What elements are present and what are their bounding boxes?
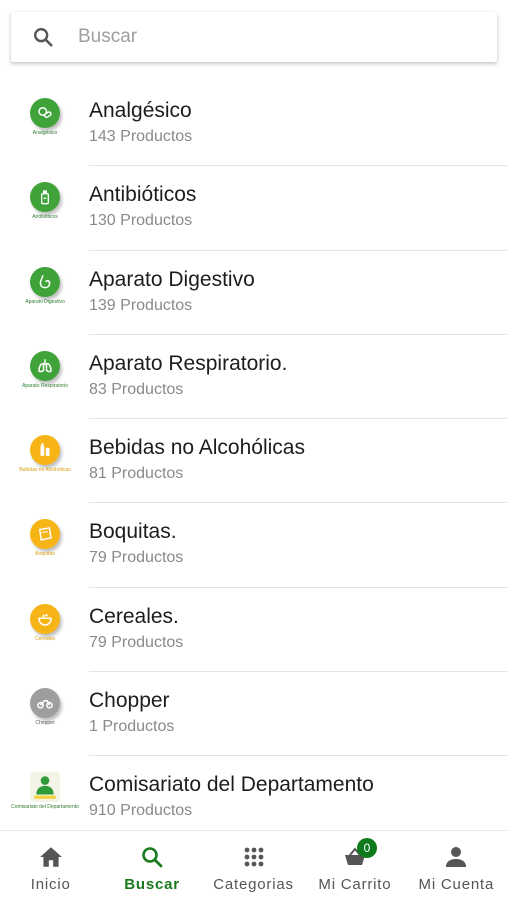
category-thumbnail: Comisariato del Departamento [11, 772, 79, 824]
cereal-bowl-icon [30, 603, 60, 634]
thumbnail-caption: Bebidas no Alcohólicas [19, 467, 71, 474]
nav-item-cuenta[interactable]: Mi Cuenta [406, 831, 507, 900]
category-name: Comisariato del Departamento [89, 773, 374, 797]
category-thumbnail: Analgésico [22, 98, 68, 150]
category-name: Boquitas. [89, 520, 177, 544]
pills-icon [30, 98, 60, 128]
nav-item-buscar[interactable]: Buscar [101, 831, 202, 900]
search-input[interactable] [78, 26, 458, 48]
person-icon [30, 772, 60, 803]
product-count: 130 Productos [89, 212, 193, 230]
category-list: Analgésico Analgésico 143 Productos Anti… [0, 82, 507, 841]
cart-basket-icon: 0 [343, 838, 377, 870]
category-name: Bebidas no Alcohólicas [89, 436, 305, 460]
category-thumbnail: Aparato Digestivo [22, 266, 68, 319]
nav-label: Mi Carrito [318, 876, 392, 893]
category-item-boquitas[interactable]: Boquitas Boquitas. 79 Productos [0, 503, 507, 589]
nav-item-carrito[interactable]: 0 Mi Carrito [304, 831, 405, 900]
category-item-aparato-respiratorio[interactable]: Aparato Respiratorio Aparato Respiratori… [0, 335, 507, 420]
category-thumbnail: Boquitas [22, 519, 68, 571]
nav-item-categorias[interactable]: Categorias [203, 831, 304, 900]
bottle-icon [30, 182, 60, 213]
product-count: 79 Productos [89, 633, 184, 651]
category-name: Cereales. [89, 604, 179, 628]
category-item-bebidas[interactable]: Bebidas no Alcohólicas Bebidas no Alcohó… [0, 419, 507, 504]
product-count: 79 Productos [89, 549, 184, 567]
category-thumbnail: Bebidas no Alcohólicas [19, 435, 71, 487]
thumbnail-caption: Antibióticos [32, 214, 58, 221]
snack-icon [30, 519, 60, 550]
product-count: 1 Productos [89, 718, 175, 736]
category-item-aparato-digestivo[interactable]: Aparato Digestivo Aparato Digestivo 139 … [0, 251, 507, 336]
category-name: Chopper [89, 689, 170, 713]
category-thumbnail: Cereales [22, 603, 68, 656]
thumbnail-caption: Aparato Digestivo [25, 298, 65, 305]
cart-count-badge: 0 [356, 838, 377, 858]
category-item-chopper[interactable]: Chopper Chopper 1 Productos [0, 672, 507, 757]
product-count: 143 Productos [89, 128, 193, 145]
search-icon [140, 844, 164, 870]
grid-icon [242, 844, 266, 870]
category-item-antibioticos[interactable]: Antibióticos Antibióticos 130 Productos [0, 166, 507, 251]
category-item-comisariato[interactable]: Comisariato del Departamento Comisariato… [0, 756, 507, 840]
search-icon[interactable] [30, 24, 56, 50]
category-thumbnail: Antibióticos [22, 182, 68, 234]
category-item-cereales[interactable]: Cereales Cereales. 79 Productos [0, 588, 507, 673]
thumbnail-caption: Aparato Respiratorio [22, 382, 68, 389]
thumbnail-caption: Analgésico [32, 130, 58, 136]
category-thumbnail: Aparato Respiratorio [22, 350, 68, 403]
thumbnail-caption: Chopper [35, 720, 55, 727]
category-name: Analgésico [89, 99, 192, 122]
nav-label: Mi Cuenta [418, 876, 495, 893]
nav-label: Buscar [124, 876, 180, 893]
user-icon [444, 844, 468, 870]
category-name: Aparato Respiratorio. [89, 351, 288, 375]
category-thumbnail: Chopper [22, 688, 68, 740]
stomach-icon [30, 266, 60, 297]
nav-item-inicio[interactable]: Inicio [0, 831, 101, 900]
product-count: 83 Productos [89, 380, 184, 398]
bottles-icon [30, 435, 60, 466]
nav-label: Inicio [30, 876, 71, 893]
category-name: Aparato Digestivo [89, 267, 255, 291]
home-icon [38, 844, 64, 870]
motorcycle-icon [30, 688, 60, 719]
thumbnail-caption: Cereales [34, 635, 55, 642]
thumbnail-caption: Comisariato del Departamento [11, 804, 79, 811]
product-count: 910 Productos [89, 802, 193, 820]
product-count: 139 Productos [89, 296, 193, 314]
app-screen: Analgésico Analgésico 143 Productos Anti… [0, 0, 507, 900]
bottom-navigation: Inicio Buscar Categorias 0 Mi Carrito Mi… [0, 830, 507, 900]
thumbnail-caption: Boquitas [35, 551, 55, 558]
lungs-icon [30, 350, 60, 381]
category-item-analgesico[interactable]: Analgésico Analgésico 143 Productos [0, 82, 507, 167]
search-bar[interactable] [11, 12, 497, 62]
nav-label: Categorias [213, 876, 294, 893]
category-name: Antibióticos [89, 183, 197, 207]
product-count: 81 Productos [89, 465, 184, 483]
